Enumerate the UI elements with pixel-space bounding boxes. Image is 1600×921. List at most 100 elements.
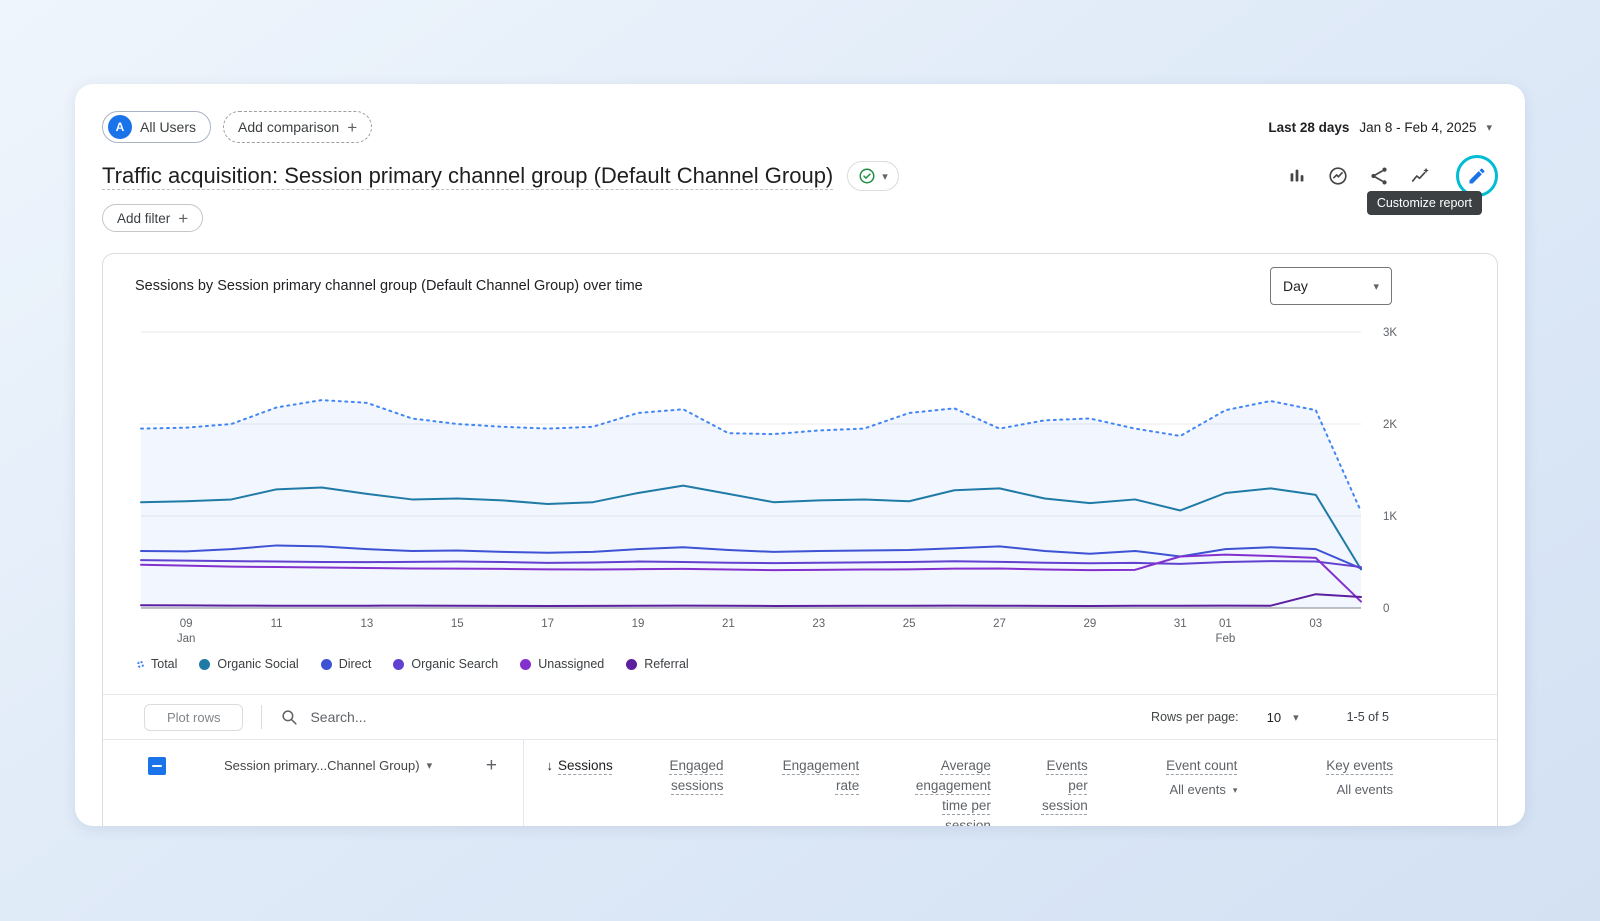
svg-text:0: 0 bbox=[1383, 603, 1389, 615]
date-range-value: Jan 8 - Feb 4, 2025 bbox=[1359, 120, 1476, 135]
segment-chip-row: A All Users Add comparison + bbox=[102, 111, 372, 143]
table-controls-row: Plot rows Rows per page: 10 ▾ 1-5 of 5 bbox=[103, 694, 1497, 740]
legend-item-referral[interactable]: Referral bbox=[626, 657, 688, 671]
legend-swatch-icon bbox=[520, 659, 531, 670]
rows-per-page-label: Rows per page: bbox=[1151, 710, 1239, 724]
legend-item-organic-social[interactable]: Organic Social bbox=[199, 657, 298, 671]
legend-item-organic-search[interactable]: Organic Search bbox=[393, 657, 498, 671]
add-filter-chip[interactable]: Add filter + bbox=[102, 204, 203, 232]
column-header-event-count[interactable]: Event count All events ▾ bbox=[1088, 756, 1238, 800]
date-range-label: Last 28 days bbox=[1268, 120, 1349, 135]
legend-label: Organic Social bbox=[217, 657, 298, 671]
svg-text:13: 13 bbox=[361, 618, 374, 630]
rows-per-page-select[interactable]: 10 ▾ bbox=[1261, 709, 1305, 726]
search-icon bbox=[280, 708, 299, 727]
column-header-key-events[interactable]: Key events All events bbox=[1237, 756, 1393, 800]
rows-per-page-value: 10 bbox=[1267, 710, 1281, 725]
dimension-name: Session primary...Channel Group) bbox=[224, 758, 420, 773]
column-header-engaged-sessions[interactable]: Engaged sessions bbox=[613, 756, 724, 796]
bar-chart-icon bbox=[1286, 165, 1308, 187]
insights-icon bbox=[1327, 165, 1349, 187]
svg-text:2K: 2K bbox=[1383, 419, 1397, 431]
svg-text:29: 29 bbox=[1083, 618, 1096, 630]
sort-descending-icon: ↓ bbox=[547, 756, 554, 776]
legend-swatch-icon bbox=[393, 659, 404, 670]
svg-text:1K: 1K bbox=[1383, 511, 1397, 523]
svg-text:11: 11 bbox=[271, 618, 283, 630]
sparkline-icon bbox=[1409, 165, 1431, 187]
legend-swatch-icon bbox=[321, 659, 332, 670]
legend-swatch-icon bbox=[137, 661, 144, 668]
legend-label: Organic Search bbox=[411, 657, 498, 671]
plus-icon: + bbox=[178, 210, 188, 227]
table-search bbox=[280, 708, 788, 727]
svg-text:25: 25 bbox=[903, 618, 916, 630]
chevron-down-icon: ▾ bbox=[1486, 121, 1492, 134]
key-events-filter: All events bbox=[1337, 780, 1393, 800]
trending-insights-button[interactable] bbox=[1407, 163, 1433, 189]
column-header-avg-engagement-time[interactable]: Average engagement time per session bbox=[859, 756, 991, 826]
legend-swatch-icon bbox=[199, 659, 210, 670]
svg-text:Jan: Jan bbox=[177, 633, 196, 645]
date-range-picker[interactable]: Last 28 days Jan 8 - Feb 4, 2025 ▾ bbox=[1262, 119, 1498, 136]
sessions-over-time-chart: 3K2K1K009Jan111315171921232527293101Feb0… bbox=[103, 318, 1499, 648]
legend-swatch-icon bbox=[626, 659, 637, 670]
column-header-sessions[interactable]: ↓ Sessions bbox=[523, 756, 613, 776]
event-count-filter-select[interactable]: All events ▾ bbox=[1169, 780, 1237, 800]
page-title: Traffic acquisition: Session primary cha… bbox=[102, 163, 833, 189]
plus-icon: + bbox=[347, 119, 357, 136]
filter-row: Add filter + bbox=[102, 204, 1498, 232]
report-panel: Sessions by Session primary channel grou… bbox=[102, 253, 1498, 826]
svg-text:3K: 3K bbox=[1383, 327, 1397, 339]
check-circle-icon bbox=[858, 167, 876, 185]
report-title-row: Traffic acquisition: Session primary cha… bbox=[102, 156, 1498, 196]
select-all-checkbox[interactable] bbox=[148, 757, 166, 775]
chart-title: Sessions by Session primary channel grou… bbox=[135, 278, 643, 294]
granularity-select[interactable]: Day ▾ bbox=[1270, 267, 1392, 305]
add-filter-label: Add filter bbox=[117, 211, 170, 226]
table-header-row: Session primary...Channel Group) ▾ + ↓ S… bbox=[103, 740, 1497, 826]
chevron-down-icon: ▾ bbox=[882, 170, 888, 183]
legend-item-direct[interactable]: Direct bbox=[321, 657, 372, 671]
add-comparison-label: Add comparison bbox=[238, 119, 339, 135]
svg-text:19: 19 bbox=[632, 618, 645, 630]
edit-pencil-icon bbox=[1467, 166, 1487, 186]
search-input[interactable] bbox=[308, 708, 788, 726]
segment-avatar: A bbox=[108, 115, 132, 139]
svg-text:Feb: Feb bbox=[1216, 633, 1236, 645]
comparisons-bar-chart-button[interactable] bbox=[1284, 163, 1310, 189]
customize-report-tooltip: Customize report bbox=[1367, 191, 1482, 215]
chart-header: Sessions by Session primary channel grou… bbox=[103, 254, 1497, 318]
chevron-down-icon: ▾ bbox=[427, 759, 433, 772]
all-users-label: All Users bbox=[140, 119, 196, 135]
data-quality-badge[interactable]: ▾ bbox=[847, 161, 899, 191]
chevron-down-icon: ▾ bbox=[1373, 280, 1379, 293]
svg-text:17: 17 bbox=[541, 618, 554, 630]
dimension-select[interactable]: Session primary...Channel Group) ▾ bbox=[224, 758, 432, 773]
legend-item-total[interactable]: Total bbox=[137, 657, 177, 671]
table-column-divider bbox=[523, 740, 524, 826]
pagination-status: 1-5 of 5 bbox=[1347, 710, 1389, 724]
insights-button[interactable] bbox=[1325, 163, 1351, 189]
svg-text:09: 09 bbox=[180, 618, 193, 630]
dimension-header-cell: Session primary...Channel Group) ▾ + bbox=[103, 756, 523, 775]
add-dimension-button[interactable]: + bbox=[486, 756, 497, 775]
column-header-events-per-session[interactable]: Events per session bbox=[991, 756, 1088, 816]
column-header-engagement-rate[interactable]: Engagement rate bbox=[724, 756, 860, 796]
share-button[interactable] bbox=[1366, 163, 1392, 189]
share-icon bbox=[1368, 165, 1390, 187]
legend-label: Referral bbox=[644, 657, 688, 671]
svg-text:27: 27 bbox=[993, 618, 1006, 630]
legend-item-unassigned[interactable]: Unassigned bbox=[520, 657, 604, 671]
all-users-segment-chip[interactable]: A All Users bbox=[102, 111, 211, 143]
indeterminate-dash-icon bbox=[152, 765, 162, 767]
add-comparison-chip[interactable]: Add comparison + bbox=[223, 111, 372, 143]
customize-report-button[interactable] bbox=[1465, 164, 1489, 188]
svg-text:23: 23 bbox=[812, 618, 825, 630]
legend-label: Unassigned bbox=[538, 657, 604, 671]
svg-text:21: 21 bbox=[722, 618, 735, 630]
chevron-down-icon: ▾ bbox=[1293, 711, 1299, 724]
divider bbox=[261, 705, 262, 729]
svg-text:01: 01 bbox=[1219, 618, 1232, 630]
plot-rows-button[interactable]: Plot rows bbox=[144, 704, 243, 731]
